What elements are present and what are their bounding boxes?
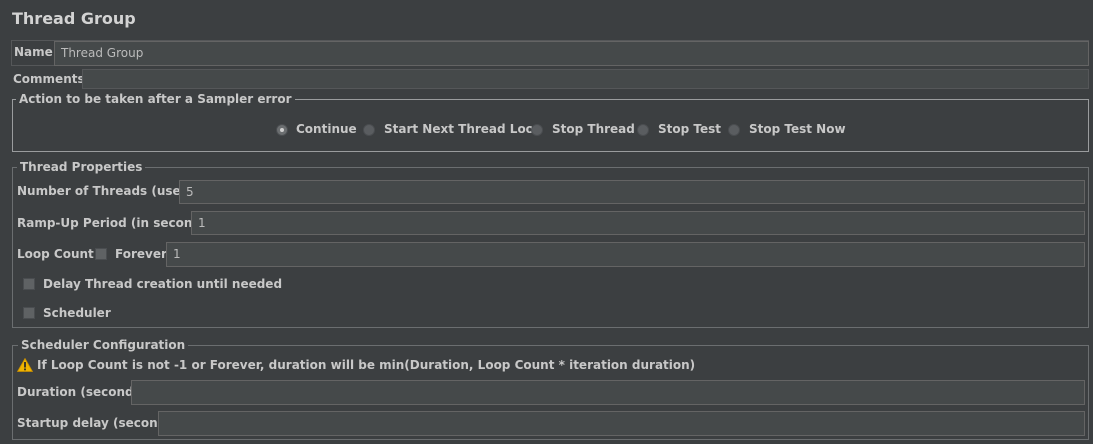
radio-stop-test[interactable] [637, 124, 649, 136]
scheduler-checkbox[interactable] [23, 307, 35, 319]
scheduler-config-legend: Scheduler Configuration [18, 338, 189, 352]
radio-continue-label[interactable]: Continue [296, 122, 357, 136]
delay-thread-checkbox[interactable] [23, 278, 35, 290]
forever-checkbox[interactable] [95, 248, 107, 260]
comments-input[interactable] [82, 69, 1089, 89]
rampup-label: Ramp-Up Period (in seconds): [17, 216, 219, 230]
threads-input[interactable]: 5 [179, 180, 1085, 204]
sampler-error-legend: Action to be taken after a Sampler error [16, 92, 295, 106]
radio-stop-test-now[interactable] [728, 124, 740, 136]
comments-label: Comments: [13, 72, 90, 86]
sampler-error-panel [12, 99, 1089, 152]
scheduler-label[interactable]: Scheduler [43, 306, 111, 320]
radio-stop-test-label[interactable]: Stop Test [658, 122, 721, 136]
startup-delay-input[interactable] [158, 411, 1085, 436]
page-title: Thread Group [12, 9, 136, 28]
startup-delay-label: Startup delay (seconds) [17, 416, 179, 430]
radio-continue[interactable] [276, 124, 288, 136]
threads-label: Number of Threads (users): [17, 184, 205, 198]
loop-count-input[interactable]: 1 [166, 242, 1085, 267]
scheduler-warning-text: If Loop Count is not -1 or Forever, dura… [37, 358, 696, 372]
radio-start-next-thread-loop[interactable] [363, 124, 375, 136]
delay-thread-label[interactable]: Delay Thread creation until needed [43, 277, 282, 291]
forever-label[interactable]: Forever [115, 247, 167, 261]
radio-stop-thread-label[interactable]: Stop Thread [552, 122, 635, 136]
name-label: Name: [14, 45, 58, 59]
loop-count-label: Loop Count: [17, 247, 99, 261]
duration-label: Duration (seconds) [17, 385, 147, 399]
thread-properties-legend: Thread Properties [17, 160, 146, 174]
name-input[interactable]: Thread Group [54, 41, 1089, 66]
radio-stop-test-now-label[interactable]: Stop Test Now [749, 122, 846, 136]
warning-icon [17, 358, 33, 372]
duration-input[interactable] [131, 380, 1085, 405]
radio-stop-thread[interactable] [531, 124, 543, 136]
radio-start-next-thread-loop-label[interactable]: Start Next Thread Loop [384, 122, 543, 136]
rampup-input[interactable]: 1 [191, 211, 1085, 235]
